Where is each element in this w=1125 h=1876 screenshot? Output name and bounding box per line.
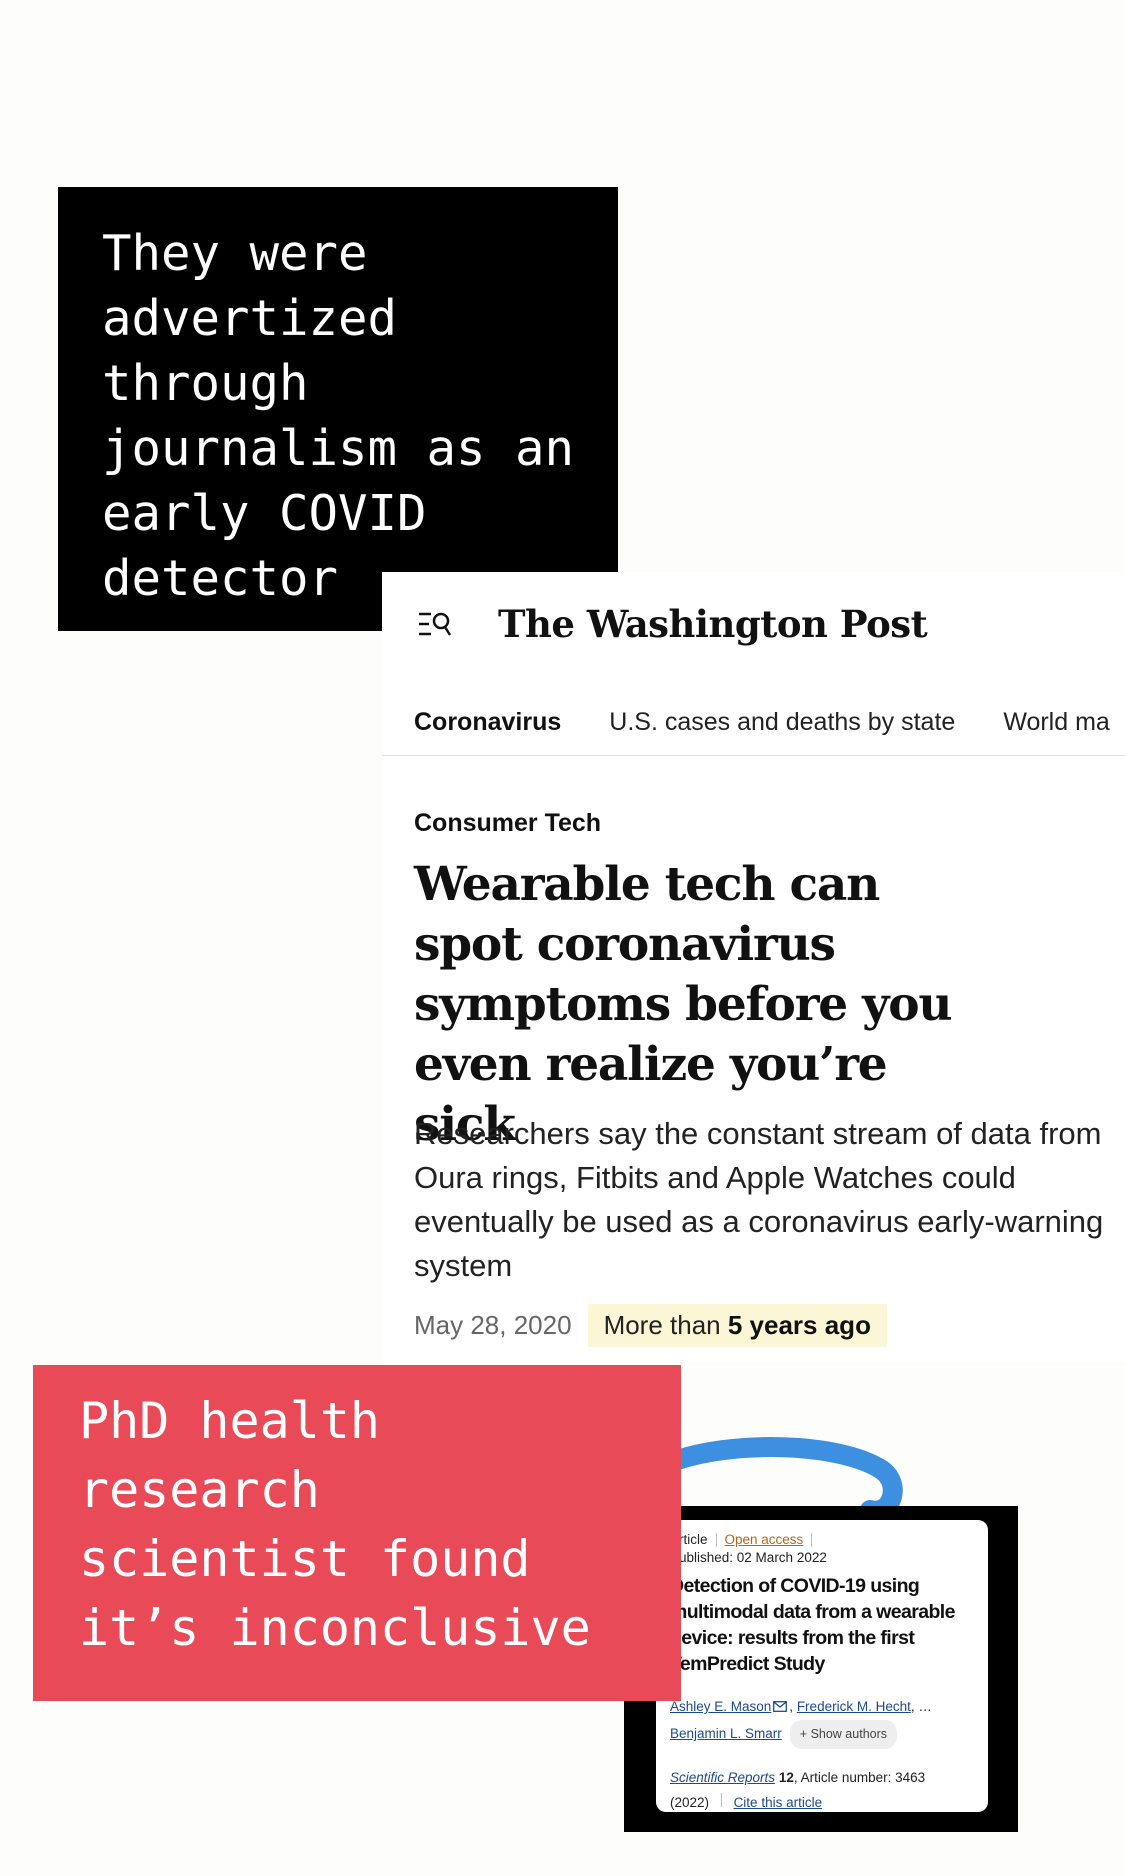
divider [715, 1532, 717, 1547]
caption-top-line: early COVID [102, 485, 427, 542]
caption-bottom-line: PhD health [79, 1392, 381, 1450]
wapo-header: The Washington Post [418, 602, 928, 646]
author-link[interactable]: Ashley E. Mason [670, 1699, 771, 1714]
author-link[interactable]: Benjamin L. Smarr [670, 1726, 782, 1741]
paper-type-row: Article Open access [670, 1532, 974, 1547]
caption-bottom-line: scientist found [79, 1530, 531, 1588]
paper-authors: Ashley E. Mason, Frederick M. Hecht, … B… [670, 1693, 974, 1749]
article-dek: Researchers say the constant stream of d… [414, 1116, 1104, 1283]
journal-volume: 12 [778, 1770, 794, 1785]
paper-card: Article Open access Published: 02 March … [656, 1520, 988, 1812]
nav-item-us-cases[interactable]: U.S. cases and deaths by state [609, 708, 955, 737]
caption-top-line: advertized [102, 290, 398, 347]
journal-link[interactable]: Scientific Reports [670, 1770, 775, 1785]
wapo-logo[interactable]: The Washington Post [498, 602, 928, 646]
nav-item-world-map[interactable]: World ma [1003, 708, 1110, 737]
paper-year: (2022) [670, 1795, 710, 1810]
open-access-link[interactable]: Open access [725, 1532, 804, 1547]
caption-bottom: PhD health research scientist found it’s… [33, 1365, 681, 1701]
age-prefix: More than [603, 1310, 728, 1340]
caption-top-line: journalism as an [102, 420, 575, 477]
paper-published: Published: 02 March 2022 [670, 1550, 827, 1565]
age-value: 5 years ago [727, 1310, 871, 1340]
article-kicker[interactable]: Consumer Tech [414, 809, 601, 838]
article-meta: May 28, 2020 More than 5 years ago [414, 1304, 887, 1347]
caption-top-line: through [102, 355, 309, 412]
divider [811, 1532, 813, 1547]
mail-icon[interactable] [773, 1701, 788, 1712]
wapo-article-screenshot: The Washington Post Coronavirus U.S. cas… [382, 572, 1125, 1362]
article-age-badge: More than 5 years ago [587, 1304, 887, 1347]
caption-top-line: They were [102, 225, 368, 282]
author-link[interactable]: Frederick M. Hecht [797, 1699, 911, 1714]
search-menu-icon[interactable] [418, 609, 452, 639]
author-separator: , [789, 1699, 797, 1714]
article-headline: Wearable tech can spot coronavirus sympt… [414, 857, 953, 1152]
paper-citation: Scientific Reports 12, Article number: 3… [670, 1765, 974, 1815]
paper-title: Detection of COVID-19 using multimodal d… [670, 1575, 955, 1675]
show-authors-button[interactable]: + Show authors [789, 1720, 898, 1749]
article-date: May 28, 2020 [414, 1310, 572, 1340]
cite-article-link[interactable]: Cite this article [734, 1795, 823, 1810]
wapo-nav: Coronavirus U.S. cases and deaths by sta… [382, 690, 1125, 756]
article-number: , Article number: 3463 [793, 1770, 926, 1785]
caption-top: They were advertized through journalism … [58, 187, 618, 631]
caption-bottom-line: it’s inconclusive [79, 1599, 591, 1657]
authors-ellipsis: , … [910, 1699, 932, 1714]
divider [720, 1793, 722, 1807]
nav-item-coronavirus[interactable]: Coronavirus [414, 708, 561, 737]
caption-bottom-line: research [79, 1461, 320, 1519]
